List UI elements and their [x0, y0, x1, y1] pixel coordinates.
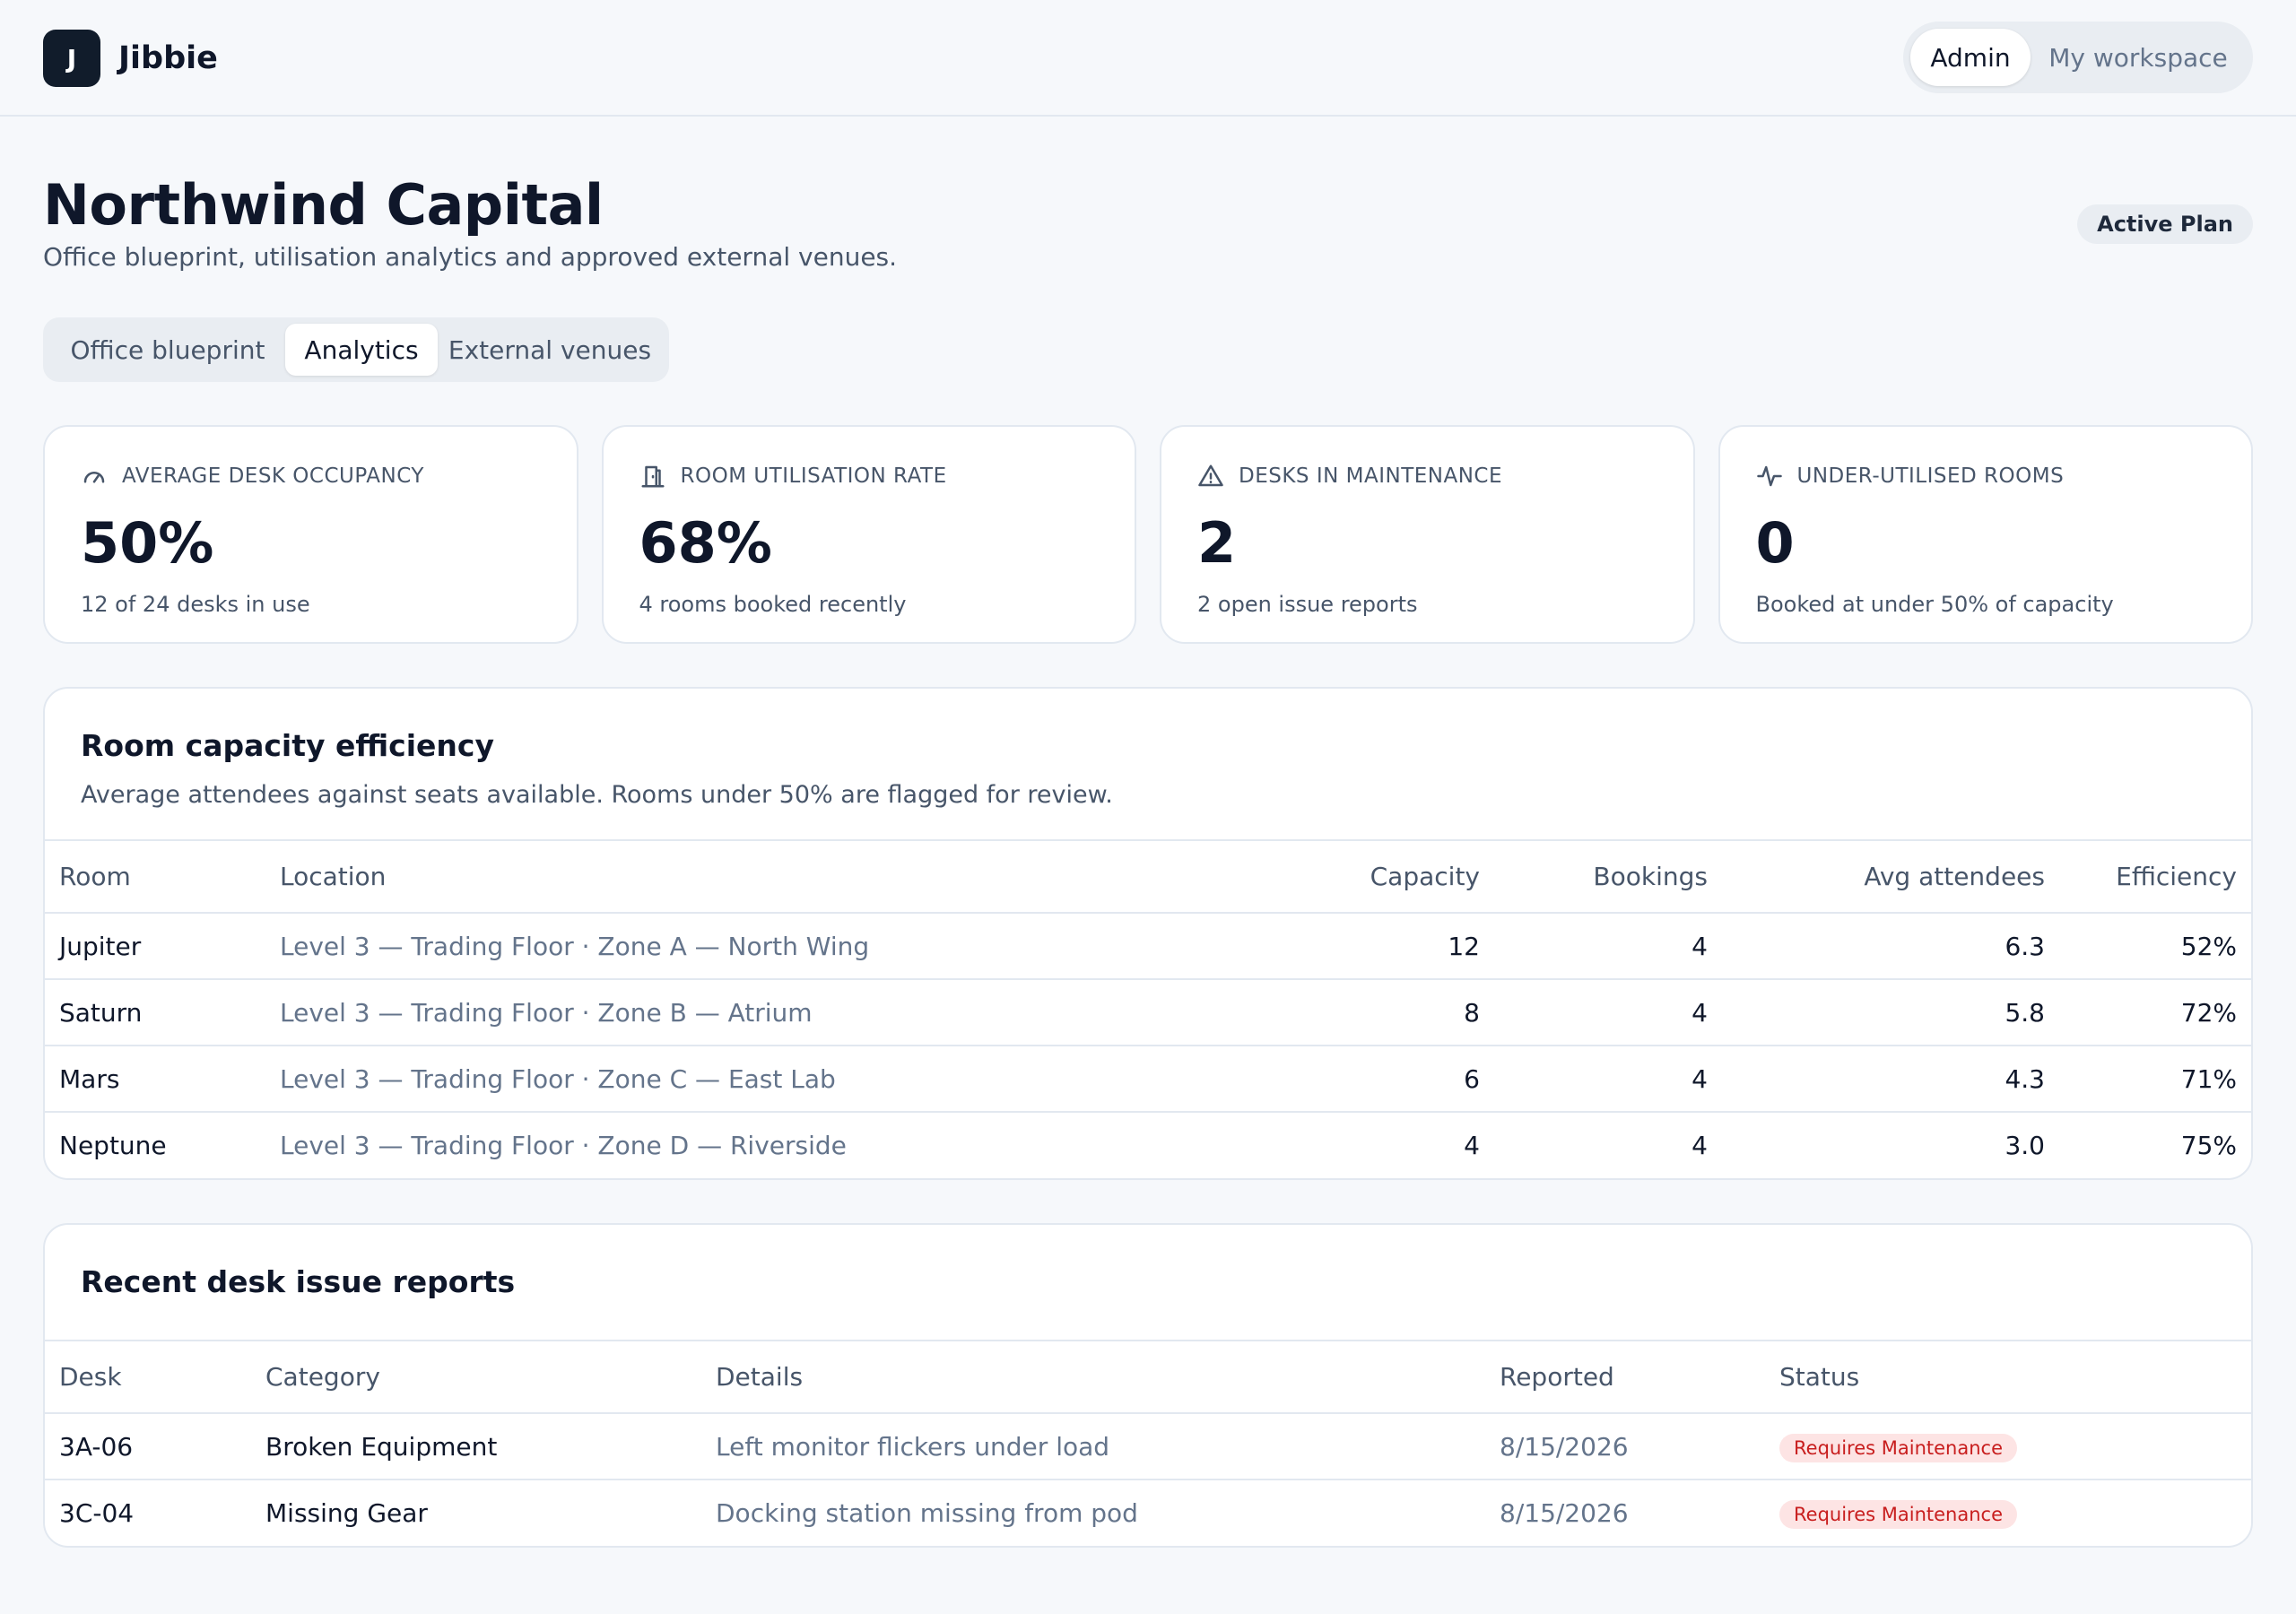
column-header-efficiency: Efficiency [2059, 841, 2251, 914]
room-bookings: 4 [1494, 979, 1722, 1046]
column-header-status: Status [1765, 1341, 2251, 1414]
table-row: 3A-06 Broken Equipment Left monitor flic… [45, 1413, 2251, 1480]
stat-value: 50% [81, 510, 214, 576]
mode-switch: Admin My workspace [1903, 22, 2253, 93]
column-header-location: Location [265, 841, 1225, 914]
warning-icon [1198, 464, 1223, 487]
issue-category: Missing Gear [265, 1498, 428, 1528]
stat-note: 2 open issue reports [1197, 592, 1418, 617]
room-capacity: 4 [1464, 1131, 1480, 1160]
column-header-reported: Reported [1485, 1341, 1765, 1414]
page-title: Northwind Capital [43, 172, 604, 238]
room-name: Jupiter [45, 913, 265, 980]
mode-admin-button[interactable]: Admin [1910, 29, 2031, 86]
column-header-capacity: Capacity [1225, 841, 1494, 914]
column-header-category: Category [251, 1341, 701, 1414]
page-subtitle: Office blueprint, utilisation analytics … [43, 242, 898, 272]
room-bookings: 4 [1692, 1131, 1708, 1160]
room-name: Mars [45, 1046, 265, 1113]
room-avg-attendees: 4.3 [1722, 1046, 2059, 1113]
room-location: Level 3 — Trading Floor · Zone A — North… [265, 913, 1225, 980]
stat-card-desks-maintenance: DESKS IN MAINTENANCE 2 2 open issue repo… [1160, 425, 1695, 644]
gauge-icon [83, 472, 105, 483]
app-name: Jibbie [118, 40, 218, 76]
column-header-bookings: Bookings [1494, 841, 1722, 914]
stat-note: 4 rooms booked recently [639, 592, 907, 617]
room-efficiency: 52% [2059, 913, 2251, 980]
room-location: Level 3 — Trading Floor · Zone B — Atriu… [265, 979, 1225, 1046]
issue-desk: 3A-06 [45, 1413, 251, 1480]
tab-office-blueprint[interactable]: Office blueprint [50, 324, 285, 376]
room-bookings: 4 [1494, 1046, 1722, 1113]
stat-label: DESKS IN MAINTENANCE [1239, 464, 1503, 488]
stat-value: 0 [1755, 510, 1795, 576]
room-bookings: 4 [1494, 913, 1722, 980]
room-efficiency: 71% [2059, 1046, 2251, 1113]
stat-cards: AVERAGE DESK OCCUPANCY 50% 12 of 24 desk… [43, 425, 2253, 644]
top-bar: J Jibbie Admin My workspace [0, 0, 2296, 117]
room-efficiency: 72% [2059, 979, 2251, 1046]
door-icon [641, 465, 664, 488]
issue-reports-table: Desk Category Details Reported Status 3A… [45, 1341, 2251, 1546]
activity-icon [1756, 465, 1782, 487]
stat-note: Booked at under 50% of capacity [1755, 592, 2114, 617]
table-row: Jupiter Level 3 — Trading Floor · Zone A… [45, 913, 2251, 980]
stat-note: 12 of 24 desks in use [81, 592, 310, 617]
room-efficiency: 75% [2180, 1131, 2237, 1160]
panel-title: Room capacity efficiency [81, 728, 495, 763]
room-avg-attendees: 6.3 [1722, 913, 2059, 980]
issue-details: Left monitor flickers under load [701, 1413, 1485, 1480]
tab-analytics[interactable]: Analytics [285, 324, 438, 376]
room-location: Level 3 — Trading Floor · Zone D — River… [280, 1131, 847, 1160]
stat-card-desk-occupancy: AVERAGE DESK OCCUPANCY 50% 12 of 24 desk… [43, 425, 578, 644]
plan-badge: Active Plan [2077, 204, 2253, 244]
stat-label: UNDER-UTILISED ROOMS [1796, 464, 2065, 488]
panel-title: Recent desk issue reports [81, 1264, 516, 1299]
table-row: Saturn Level 3 — Trading Floor · Zone B … [45, 979, 2251, 1046]
room-capacity: 12 [1225, 913, 1494, 980]
table-row: Mars Level 3 — Trading Floor · Zone C — … [45, 1046, 2251, 1113]
column-header-avg-attendees: Avg attendees [1722, 841, 2059, 914]
room-avg-attendees: 3.0 [2005, 1131, 2045, 1160]
issue-desk: 3C-04 [59, 1498, 135, 1528]
mode-workspace-button[interactable]: My workspace [2031, 29, 2246, 86]
tab-external-venues[interactable]: External venues [438, 324, 662, 376]
status-badge: Requires Maintenance [1779, 1500, 2017, 1529]
brand[interactable]: J Jibbie [43, 30, 218, 87]
stat-label: AVERAGE DESK OCCUPANCY [122, 464, 424, 488]
stat-card-room-utilisation: ROOM UTILISATION RATE 68% 4 rooms booked… [601, 425, 1136, 644]
issue-reported-date: 8/15/2026 [1485, 1413, 1765, 1480]
stat-value: 2 [1197, 510, 1237, 576]
tab-bar: Office blueprint Analytics External venu… [43, 317, 669, 382]
table-row: Neptune Level 3 — Trading Floor · Zone D… [45, 1112, 2251, 1178]
column-header-desk: Desk [45, 1341, 251, 1414]
room-capacity: 6 [1225, 1046, 1494, 1113]
room-efficiency-panel: Room capacity efficiency Average attende… [43, 687, 2253, 1180]
issue-reports-panel: Recent desk issue reports Desk Category … [43, 1223, 2253, 1548]
app-logo: J [43, 30, 100, 87]
stat-label: ROOM UTILISATION RATE [680, 464, 947, 488]
room-capacity: 8 [1225, 979, 1494, 1046]
stat-card-under-utilised: UNDER-UTILISED ROOMS 0 Booked at under 5… [1718, 425, 2253, 644]
issue-reported-date: 8/15/2026 [1500, 1498, 1629, 1528]
room-name: Neptune [59, 1131, 167, 1160]
room-location: Level 3 — Trading Floor · Zone C — East … [265, 1046, 1225, 1113]
room-avg-attendees: 5.8 [1722, 979, 2059, 1046]
room-efficiency-table: Room Location Capacity Bookings Avg atte… [45, 841, 2251, 1178]
stat-value: 68% [639, 510, 772, 576]
status-badge: Requires Maintenance [1779, 1433, 2017, 1462]
column-header-details: Details [701, 1341, 1485, 1414]
column-header-room: Room [45, 841, 265, 914]
table-row: 3C-04 Missing Gear Docking station missi… [45, 1480, 2251, 1546]
issue-details: Docking station missing from pod [716, 1498, 1138, 1528]
room-name: Saturn [45, 979, 265, 1046]
issue-category: Broken Equipment [251, 1413, 701, 1480]
panel-description: Average attendees against seats availabl… [81, 781, 1113, 809]
